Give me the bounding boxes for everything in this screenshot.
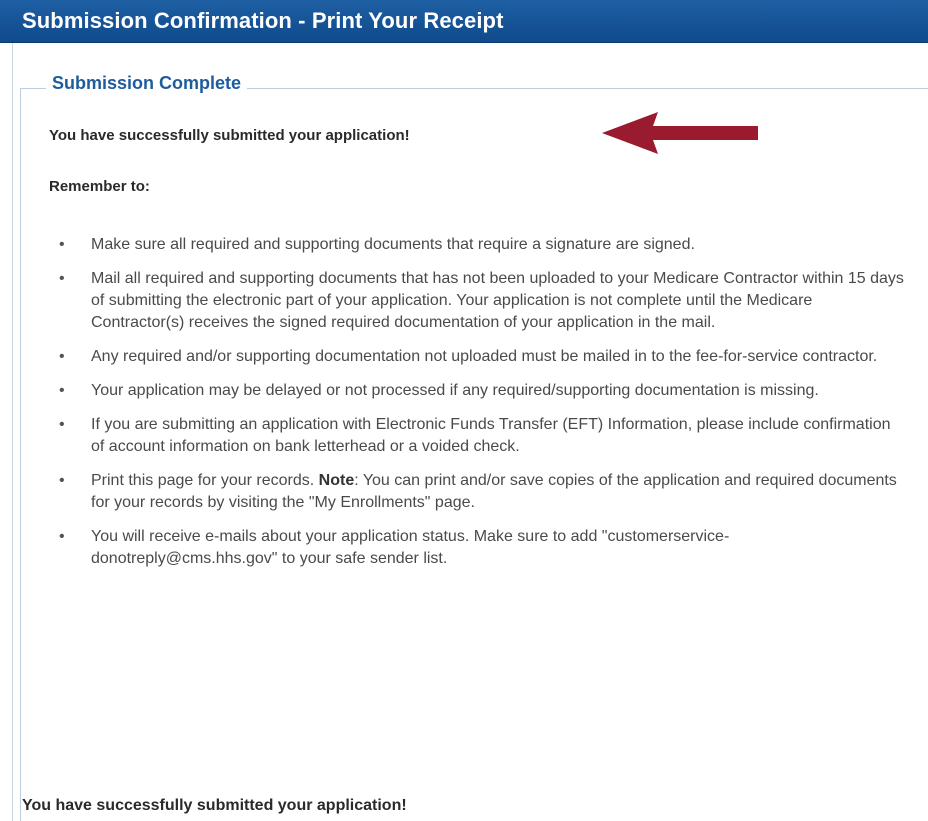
list-item: • You will receive e-mails about your ap… — [57, 526, 907, 570]
list-item-text: You will receive e-mails about your appl… — [91, 528, 730, 567]
page-header-bar: Submission Confirmation - Print Your Rec… — [0, 0, 928, 43]
list-item-text: Any required and/or supporting documenta… — [91, 348, 878, 365]
reminder-list: • Make sure all required and supporting … — [57, 234, 907, 582]
bullet-icon: • — [59, 236, 65, 253]
footer-success-message: You have successfully submitted your app… — [22, 797, 407, 814]
list-item-text: Your application may be delayed or not p… — [91, 382, 819, 399]
fieldset-border-left — [20, 88, 21, 821]
note-label: Note — [318, 472, 355, 489]
list-item: • Print this page for your records. Note… — [57, 470, 907, 514]
remember-label: Remember to: — [49, 178, 150, 195]
list-item-text: Mail all required and supporting documen… — [91, 270, 904, 331]
bullet-icon: • — [59, 348, 65, 365]
list-item: • Any required and/or supporting documen… — [57, 346, 907, 368]
bullet-icon: • — [59, 416, 65, 433]
list-item-text-before: Print this page for your records. — [91, 472, 319, 489]
list-item: • If you are submitting an application w… — [57, 414, 907, 458]
section-legend: Submission Complete — [46, 73, 248, 94]
list-item: • Mail all required and supporting docum… — [57, 268, 907, 334]
arrow-left-icon — [602, 112, 758, 154]
bullet-icon: • — [59, 528, 65, 545]
success-message: You have successfully submitted your app… — [49, 127, 410, 144]
list-item-text: Make sure all required and supporting do… — [91, 236, 695, 253]
bullet-icon: • — [59, 270, 65, 287]
list-item-text: If you are submitting an application wit… — [91, 416, 891, 455]
list-item: • Make sure all required and supporting … — [57, 234, 907, 256]
bullet-icon: • — [59, 382, 65, 399]
list-item: • Your application may be delayed or not… — [57, 380, 907, 402]
page-title: Submission Confirmation - Print Your Rec… — [22, 8, 504, 33]
bullet-icon: • — [59, 472, 65, 489]
